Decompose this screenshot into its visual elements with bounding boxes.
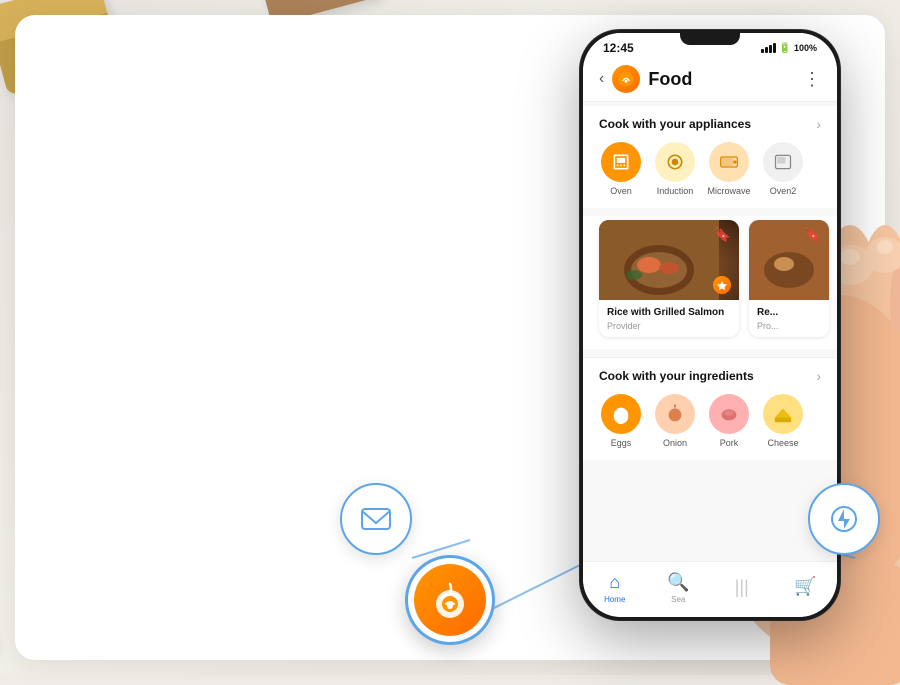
recipe-section: 🔖 Rice with Grilled Salmon Provider [583, 216, 837, 349]
microwave-label: Microwave [707, 186, 750, 196]
status-icons: 🔋 100% [761, 43, 817, 54]
bottom-nav: ⌂ Home 🔍 Sea ||| 🛒 [583, 561, 837, 617]
phone-notch [680, 33, 740, 45]
food-app-logo-inner [414, 564, 486, 636]
cheese-icon [763, 394, 803, 434]
search-nav-icon: 🔍 [667, 572, 689, 593]
recipe-image-2: 🔖 [749, 220, 829, 300]
cook-ingredients-section: Cook with your ingredients › Eggs [583, 358, 837, 460]
ingredient-onion[interactable]: Onion [653, 394, 697, 448]
ingredient-pork[interactable]: Pork [707, 394, 751, 448]
appliance-oven[interactable]: Oven [599, 142, 643, 196]
cook-ingredients-arrow: › [816, 368, 821, 384]
header-left: ‹ Food [599, 65, 692, 93]
eggs-icon [601, 394, 641, 434]
power-circle-icon[interactable] [808, 483, 880, 555]
onion-icon [655, 394, 695, 434]
cook-appliances-title: Cook with your appliances [599, 117, 751, 131]
oven-label: Oven [610, 186, 632, 196]
app-title: Food [648, 69, 692, 90]
home-nav-icon: ⌂ [609, 572, 620, 593]
nav-spacer: ||| [735, 577, 749, 598]
oven2-label: Oven2 [770, 186, 797, 196]
cart-nav-icon: 🛒 [794, 576, 816, 597]
recipe-image-1: 🔖 [599, 220, 739, 300]
oven-icon [601, 142, 641, 182]
appliance-row: Oven Induction Microwave [583, 138, 837, 208]
ingredient-eggs[interactable]: Eggs [599, 394, 643, 448]
recipe-cards-row: 🔖 Rice with Grilled Salmon Provider [583, 216, 837, 349]
recipe-name-2: Re... [757, 306, 821, 319]
bookmark-icon-1[interactable]: 🔖 [714, 226, 731, 243]
cook-appliances-arrow: › [816, 116, 821, 132]
cook-ingredients-header[interactable]: Cook with your ingredients › [583, 358, 837, 390]
nav-cart[interactable]: 🛒 [774, 576, 838, 599]
message-circle-icon[interactable] [340, 483, 412, 555]
phone-screen: 12:45 🔋 100% ‹ [583, 33, 837, 617]
bookmark-icon-2[interactable]: 🔖 [804, 226, 821, 243]
floating-circle-right [808, 483, 880, 555]
floating-circle-left [340, 483, 412, 555]
app-header: ‹ Food ⋮ [583, 59, 837, 101]
nav-center-spacer: ||| [710, 577, 774, 598]
induction-label: Induction [657, 186, 694, 196]
app-icon [612, 65, 640, 93]
appliance-oven2[interactable]: Oven2 [761, 142, 805, 196]
back-button[interactable]: ‹ [599, 70, 604, 88]
recipe-provider-1: Provider [607, 321, 731, 331]
recipe-name-1: Rice with Grilled Salmon [607, 306, 731, 319]
recipe-provider-2: Pro... [757, 321, 821, 331]
phone-body: 12:45 🔋 100% ‹ [580, 30, 840, 620]
cook-appliances-header[interactable]: Cook with your appliances › [583, 106, 837, 138]
appliance-induction[interactable]: Induction [653, 142, 697, 196]
recipe-card-2[interactable]: 🔖 Re... Pro... [749, 220, 829, 337]
ingredient-cheese[interactable]: Cheese [761, 394, 805, 448]
status-time: 12:45 [603, 41, 634, 55]
home-nav-label: Home [604, 595, 625, 604]
recipe-card-1[interactable]: 🔖 Rice with Grilled Salmon Provider [599, 220, 739, 337]
onion-label: Onion [663, 438, 687, 448]
cheese-label: Cheese [767, 438, 798, 448]
nav-home[interactable]: ⌂ Home [583, 572, 647, 604]
signal-icon [761, 43, 776, 53]
central-food-logo[interactable] [405, 555, 495, 645]
eggs-label: Eggs [611, 438, 632, 448]
cook-ingredients-title: Cook with your ingredients [599, 369, 754, 383]
phone-device: 12:45 🔋 100% ‹ [580, 30, 840, 620]
nav-search[interactable]: 🔍 Sea [647, 572, 711, 604]
recipe-info-2: Re... Pro... [749, 300, 829, 337]
cook-appliances-section: Cook with your appliances › Oven [583, 106, 837, 208]
battery-text: 100% [794, 43, 817, 53]
battery-icon: 🔋 [779, 43, 791, 54]
more-options-button[interactable]: ⋮ [803, 69, 821, 90]
recipe-info-1: Rice with Grilled Salmon Provider [599, 300, 739, 337]
search-nav-label: Sea [671, 595, 685, 604]
oven2-icon [763, 142, 803, 182]
recipe-badge-1 [713, 276, 731, 294]
pork-label: Pork [720, 438, 739, 448]
induction-icon [655, 142, 695, 182]
ingredient-row: Eggs Onion Pork [583, 390, 837, 460]
appliance-microwave[interactable]: Microwave [707, 142, 751, 196]
pork-icon [709, 394, 749, 434]
microwave-icon [709, 142, 749, 182]
